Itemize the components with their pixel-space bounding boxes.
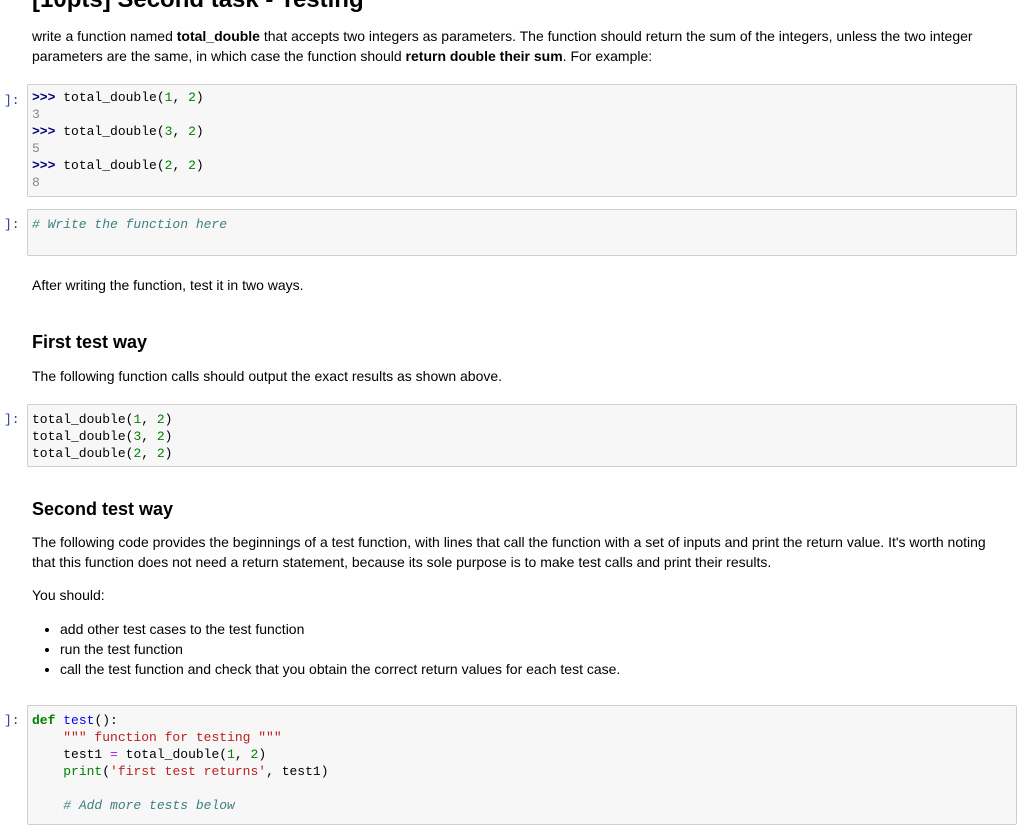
instructions-list: add other test cases to the test functio… <box>32 619 1007 679</box>
example-output-line: 3 <box>32 107 40 122</box>
arg-number: 2 <box>133 446 142 461</box>
code-comment: # Add more tests below <box>63 798 235 813</box>
arg-number: 2 <box>156 446 165 461</box>
example-code-cell[interactable]: >>> total_double(1, 2) 3 >>> total_doubl… <box>27 84 1017 197</box>
output-value: 5 <box>32 141 40 156</box>
arg-number: 3 <box>133 429 142 444</box>
call-end: ) <box>195 124 204 139</box>
call-end: ) <box>195 90 204 105</box>
output-value: 8 <box>32 175 40 190</box>
keyword-def: def <box>32 713 56 728</box>
arg-number: 2 <box>250 747 259 762</box>
example-input-line: >>> total_double(2, 2) <box>32 158 204 173</box>
string-literal: 'first test returns' <box>110 764 267 779</box>
first-test-code: total_double(1, 2) total_double(3, 2) to… <box>28 405 1016 466</box>
cell-prompt: ]: <box>4 217 20 232</box>
arg-sep: , <box>172 90 189 105</box>
variable-name: test1 <box>63 747 103 762</box>
test-call-line: total_double(2, 2) <box>32 446 173 461</box>
example-input-line: >>> total_double(3, 2) <box>32 124 204 139</box>
function-name-bold: total_double <box>176 28 260 44</box>
call-expr: total_double( <box>63 90 165 105</box>
function-name: total_double <box>32 429 126 444</box>
code-comment: # Write the function here <box>32 217 228 232</box>
first-test-cell[interactable]: total_double(1, 2) total_double(3, 2) to… <box>27 404 1017 467</box>
print-builtin: print <box>63 764 103 779</box>
example-input-line: >>> total_double(1, 2) <box>32 90 204 105</box>
example-output-line: 5 <box>32 141 40 156</box>
signature-end: (): <box>94 713 118 728</box>
test-call-line: total_double(3, 2) <box>32 429 173 444</box>
intro-text: . For example: <box>562 48 653 64</box>
function-name: test <box>63 713 95 728</box>
arg-number: 1 <box>133 412 142 427</box>
test-call-line: total_double(1, 2) <box>32 412 173 427</box>
arg-number: 2 <box>156 429 165 444</box>
second-test-desc: The following code provides the beginnin… <box>32 534 986 570</box>
intro-paragraph: write a function named total_double that… <box>32 26 1007 66</box>
instruction-item: add other test cases to the test functio… <box>60 619 1007 639</box>
you-should-text: You should: <box>32 587 105 603</box>
print-argument: test1 <box>281 764 321 779</box>
write-function-cell[interactable]: # Write the function here <box>27 209 1017 256</box>
first-test-desc: The following function calls should outp… <box>32 368 503 384</box>
intro-text: write a function named <box>32 28 177 44</box>
call-end: ) <box>195 158 204 173</box>
section-heading: [10pts] Second task - Testing <box>32 0 364 14</box>
after-text: After writing the function, test it in t… <box>32 277 304 293</box>
second-test-title: Second test way <box>32 499 174 519</box>
function-name: total_double <box>32 446 126 461</box>
arg-number: 2 <box>156 412 165 427</box>
function-name: total_double <box>32 412 126 427</box>
write-function-code: # Write the function here <box>28 210 1016 237</box>
return-double-bold: return double their sum <box>405 48 563 64</box>
arg-sep: , <box>172 124 189 139</box>
cell-prompt: ]: <box>4 713 20 728</box>
arg-sep: , <box>172 158 189 173</box>
repl-prompt: >>> <box>32 158 56 173</box>
call-expr: total_double( <box>63 124 165 139</box>
instruction-item: call the test function and check that yo… <box>60 659 1007 679</box>
arg-number: 2 <box>188 90 196 105</box>
call-expr: total_double( <box>125 747 228 762</box>
test-function-cell[interactable]: def test(): """ function for testing """… <box>27 705 1017 825</box>
example-code: >>> total_double(1, 2) 3 >>> total_doubl… <box>28 85 1016 195</box>
arg-number: 1 <box>227 747 235 762</box>
arg-number: 2 <box>188 124 196 139</box>
arg-number: 2 <box>188 158 196 173</box>
call-expr: total_double( <box>63 158 165 173</box>
example-output-line: 8 <box>32 175 40 190</box>
cell-prompt: ]: <box>4 412 20 427</box>
first-test-section: First test way <box>32 332 1007 352</box>
test-function-code: def test(): """ function for testing """… <box>32 713 329 813</box>
assign-operator: = <box>110 747 118 762</box>
output-value: 3 <box>32 107 40 122</box>
cell-prompt: ]: <box>4 93 20 108</box>
repl-prompt: >>> <box>32 90 56 105</box>
second-test-section: Second test way <box>32 499 1007 519</box>
docstring: """ function for testing """ <box>63 730 282 745</box>
instruction-item: run the test function <box>60 639 1007 659</box>
first-test-title: First test way <box>32 332 148 352</box>
repl-prompt: >>> <box>32 124 56 139</box>
